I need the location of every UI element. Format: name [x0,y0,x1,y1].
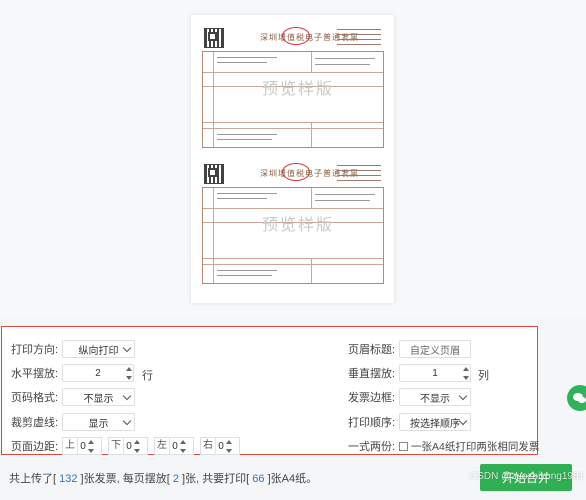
margin-left-label: 左 [155,438,170,454]
invoice-meta [337,29,381,49]
margin-left-value: 0 [172,440,178,452]
horizontal-layout-label: 水平摆放: [11,368,59,380]
print-order-label: 打印顺序: [348,417,396,429]
summary-text: ]张, 共要打印[ [178,473,253,485]
preview-area: 深圳增值税电子普通发票 预览样版 深圳增值税电子普通发票 预览样版 [0,0,586,318]
wechat-icon[interactable] [567,385,586,411]
horizontal-layout-input[interactable]: 2 [62,364,134,382]
spinner-arrows-icon[interactable] [88,439,94,453]
summary-text: ]张A4纸。 [264,473,318,485]
summary-text: ]张发票, 每页摆放[ [77,473,173,485]
margin-right-input[interactable]: 右 0 [200,437,240,455]
print-settings-panel: 打印方向: 纵向打印 水平摆放: 2 行 页码格式: 不显示 裁剪虚线: 显示 … [1,326,539,456]
print-direction-value: 纵向打印 [78,345,119,357]
margin-top-input[interactable]: 上 0 [62,437,102,455]
spinner-arrows-icon[interactable] [126,366,132,380]
page-format-select[interactable]: 不显示 [62,388,135,406]
chevron-down-icon [458,416,468,426]
watermark-text: 预览样版 [262,215,335,234]
margin-left-input[interactable]: 左 0 [154,437,194,455]
print-direction-label: 打印方向: [11,344,59,356]
invoice-border-label: 发票边框: [348,392,396,404]
watermark-text: 预览样版 [262,79,335,98]
chevron-down-icon [122,343,132,353]
print-order-value: 按选择顺序 [410,418,460,430]
upload-summary: 共上传了[ 132 ]张发票, 每页摆放[ 2 ]张, 共要打印[ 66 ]张A… [9,470,317,486]
page-format-label: 页码格式: [11,392,59,404]
invoice-grid [202,51,384,148]
seal-icon [282,27,310,45]
vertical-layout-input[interactable]: 1 [399,364,471,382]
one-style-two-label: 一式两份: [348,441,396,453]
csdn-watermark: CSDN @zuozhiyong1981 [470,471,585,482]
page-format-value: 不显示 [83,393,114,405]
margin-bottom-value: 0 [126,440,132,452]
header-title-placeholder: 自定义页眉 [410,345,460,357]
print-order-select[interactable]: 按选择顺序 [399,413,471,431]
margin-right-value: 0 [218,440,224,452]
invoice-grid [202,187,384,284]
print-direction-select[interactable]: 纵向打印 [62,340,135,358]
horizontal-layout-value: 2 [95,367,101,379]
chevron-down-icon [458,391,468,401]
margin-right-label: 右 [201,438,216,454]
chevron-down-icon [122,391,132,401]
vertical-unit: 列 [478,370,489,382]
total-pages-count: 66 [252,473,265,485]
margin-top-label: 上 [63,438,78,454]
spinner-arrows-icon[interactable] [226,439,232,453]
invoice-meta [337,165,381,185]
margin-bottom-input[interactable]: 下 0 [108,437,148,455]
invoice-border-select[interactable]: 不显示 [399,388,471,406]
qr-code-icon [204,164,224,184]
a4-preview-page: 深圳增值税电子普通发票 预览样版 深圳增值税电子普通发票 预览样版 [191,15,394,303]
spinner-arrows-icon[interactable] [463,366,469,380]
chevron-down-icon [122,416,132,426]
header-title-input[interactable]: 自定义页眉 [399,340,471,358]
margin-bottom-label: 下 [109,438,124,454]
summary-text: 共上传了[ [9,473,60,485]
spinner-arrows-icon[interactable] [134,439,140,453]
seal-icon [282,163,310,181]
vertical-layout-label: 垂直摆放: [348,368,396,380]
one-style-two-checkbox[interactable] [399,442,408,451]
page-margin-label: 页面边距: [11,441,59,453]
horizontal-unit: 行 [142,370,153,382]
margin-top-value: 0 [80,440,86,452]
header-title-label: 页眉标题: [348,344,396,356]
invoice-preview: 深圳增值税电子普通发票 预览样版 [202,25,384,152]
uploaded-count: 132 [59,473,78,485]
crop-lines-select[interactable]: 显示 [62,413,135,431]
one-style-two-checkbox-label[interactable]: 一张A4纸打印两张相同发票 [411,436,539,456]
invoice-border-value: 不显示 [420,393,450,405]
spinner-arrows-icon[interactable] [180,439,186,453]
invoice-preview: 深圳增值税电子普通发票 预览样版 [202,161,384,288]
crop-lines-value: 显示 [88,418,109,430]
qr-code-icon [204,28,224,48]
vertical-layout-value: 1 [432,367,438,379]
crop-lines-label: 裁剪虚线: [11,417,59,429]
